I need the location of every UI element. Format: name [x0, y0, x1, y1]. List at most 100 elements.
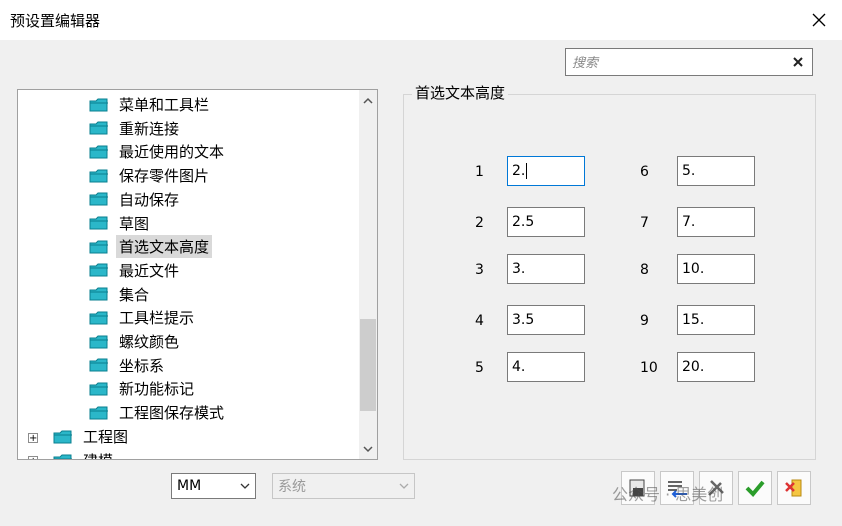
text-height-field[interactable]: 2.5	[507, 207, 585, 237]
dropdown-icon	[399, 483, 409, 489]
folder-icon	[89, 382, 108, 396]
folder-icon	[89, 287, 108, 301]
text-height-value: 10.	[682, 261, 705, 277]
tree-item[interactable]: 工具栏提示	[88, 306, 197, 329]
text-height-field[interactable]: 7.	[677, 207, 755, 237]
tree-item-label: 螺纹颜色	[119, 333, 180, 351]
title-bar: 预设置编辑器	[0, 0, 842, 40]
ok-check-icon	[745, 480, 765, 497]
text-height-field[interactable]: 4.	[507, 352, 585, 382]
units-value: MM	[177, 478, 202, 494]
tree-item[interactable]: 自动保存	[88, 188, 182, 211]
folder-icon	[89, 358, 108, 372]
text-height-value: 5.	[682, 163, 696, 179]
tree-item[interactable]: 螺纹颜色	[88, 330, 182, 353]
text-height-value: 15.	[682, 312, 705, 328]
tree-item-label: 工程图保存模式	[119, 404, 225, 423]
tree-item-label: 新功能标记	[119, 380, 195, 399]
system-select: 系统	[272, 473, 415, 499]
system-value: 系统	[278, 479, 306, 495]
tree-node-label: 建模	[80, 449, 116, 459]
text-height-field[interactable]: 15.	[677, 305, 755, 335]
height-index-label: 9	[640, 313, 649, 329]
text-height-field[interactable]: 10.	[677, 254, 755, 284]
tree-item-label: 工具栏提示	[119, 309, 195, 328]
folder-icon	[53, 430, 72, 443]
height-index-label: 5	[475, 360, 484, 376]
tree-item[interactable]: 工程图保存模式	[88, 401, 227, 424]
tree-item[interactable]: 最近文件	[88, 259, 182, 282]
text-height-field[interactable]: 20.	[677, 352, 755, 382]
tree-item[interactable]: 集合	[88, 283, 152, 306]
text-height-value: 2.5	[512, 214, 535, 230]
window-title: 预设置编辑器	[10, 12, 101, 30]
tree-item[interactable]: 草图	[88, 212, 152, 235]
height-index-label: 10	[640, 360, 658, 376]
folder-icon	[89, 192, 108, 206]
scroll-up-icon	[363, 97, 373, 104]
search-box	[565, 48, 813, 76]
tree-item-label: 最近使用的文本	[119, 143, 225, 162]
scroll-down-button[interactable]	[359, 440, 377, 458]
group-title: 首选文本高度	[412, 82, 509, 103]
text-height-value: 4.	[512, 359, 526, 375]
height-index-label: 7	[640, 215, 649, 231]
expand-toggle-modeling[interactable]: +	[28, 456, 38, 459]
folder-icon	[89, 335, 108, 348]
text-caret	[526, 163, 528, 179]
scroll-up-button[interactable]	[359, 92, 377, 110]
folder-icon	[89, 121, 108, 135]
text-height-value: 20.	[682, 359, 705, 375]
tree-node-drawing[interactable]: 工程图	[52, 425, 131, 448]
search-clear-icon[interactable]	[790, 54, 806, 70]
text-height-value: 7.	[682, 214, 696, 230]
tree-item[interactable]: 保存零件图片	[88, 164, 212, 187]
height-index-label: 4	[475, 313, 484, 329]
cancel-icon	[785, 479, 802, 497]
tree-item[interactable]: 最近使用的文本	[88, 140, 227, 163]
tree-item[interactable]: 菜单和工具栏	[88, 93, 212, 116]
search-input[interactable]	[570, 52, 784, 74]
height-index-label: 8	[640, 262, 649, 278]
tree-item-label: 首选文本高度	[116, 235, 213, 259]
text-height-value: 2.	[512, 163, 526, 179]
tree-item-label: 坐标系	[119, 356, 165, 375]
units-select[interactable]: MM	[171, 473, 256, 499]
height-index-label: 6	[640, 164, 649, 180]
height-index-label: 1	[475, 164, 484, 180]
text-height-field[interactable]: 3.	[507, 254, 585, 284]
ok-button[interactable]	[738, 471, 772, 505]
text-height-field[interactable]: 5.	[677, 156, 755, 186]
tree-scrollbar[interactable]	[359, 90, 377, 459]
folder-icon	[89, 406, 108, 420]
text-height-field[interactable]: 2.	[507, 156, 585, 186]
scroll-thumb[interactable]	[360, 319, 376, 411]
cancel-button[interactable]	[777, 471, 811, 505]
text-height-value: 3.	[512, 261, 526, 277]
tree-item-label: 保存零件图片	[119, 167, 210, 186]
height-index-label: 2	[475, 215, 484, 231]
folder-icon	[89, 216, 108, 230]
close-button[interactable]	[796, 0, 842, 40]
tree-item[interactable]: 重新连接	[88, 117, 182, 140]
tree-item-label: 草图	[119, 214, 150, 233]
close-icon	[812, 13, 826, 27]
folder-icon	[89, 311, 108, 325]
folder-icon	[89, 263, 108, 277]
tree-item[interactable]: 首选文本高度	[88, 235, 213, 259]
text-height-field[interactable]: 3.5	[507, 305, 585, 335]
tree-item[interactable]: 坐标系	[88, 354, 167, 377]
height-index-label: 3	[475, 262, 484, 278]
folder-icon	[89, 145, 108, 159]
watermark: 公众号 · 思美创	[612, 485, 724, 504]
tree-item-label: 集合	[119, 285, 150, 304]
scroll-down-icon	[363, 446, 373, 453]
folder-icon	[53, 454, 72, 459]
expand-toggle-drawing[interactable]: +	[28, 433, 38, 444]
tree-item-label: 菜单和工具栏	[119, 96, 210, 114]
text-height-value: 3.5	[512, 312, 535, 328]
tree-node-modeling[interactable]: 建模	[52, 449, 116, 459]
tree-item[interactable]: 新功能标记	[88, 377, 197, 400]
folder-icon	[89, 98, 108, 111]
tree-node-label: 工程图	[83, 428, 129, 446]
